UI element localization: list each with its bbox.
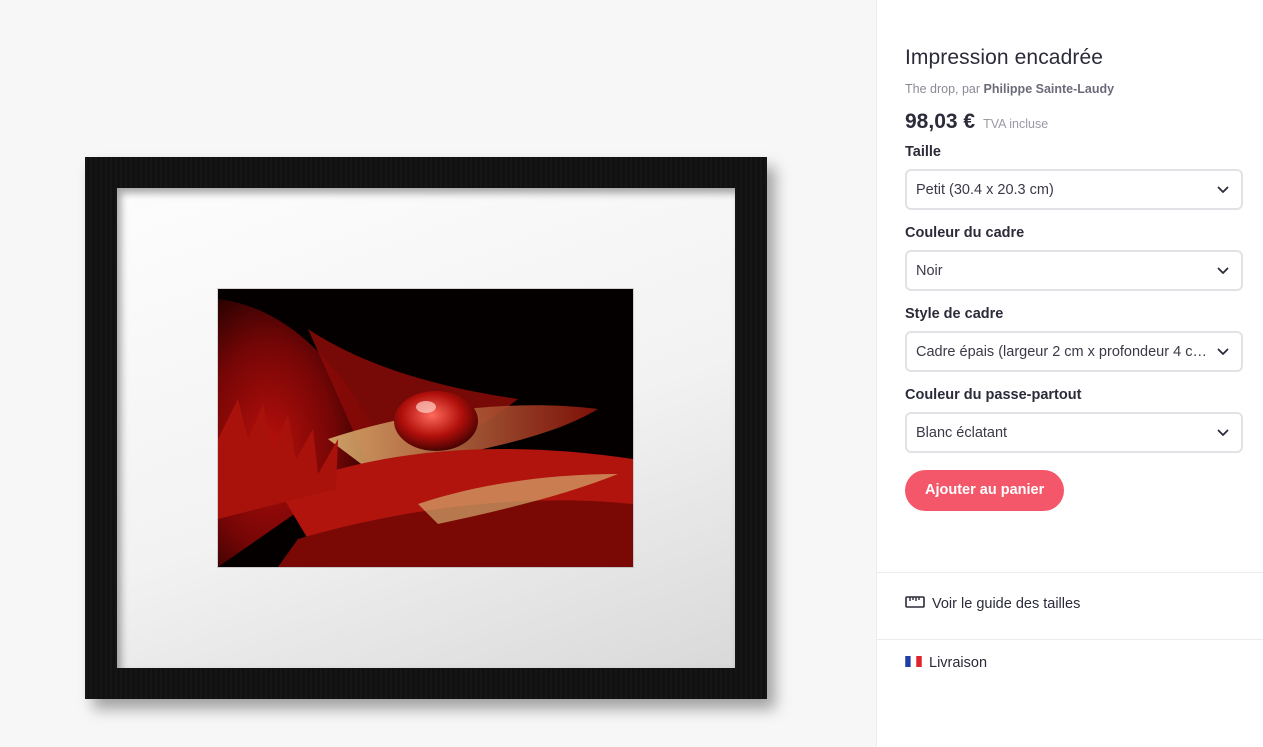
shipping-label: Livraison — [929, 655, 988, 671]
mat-color-select-value: Blanc éclatant — [916, 424, 1008, 441]
size-label: Taille — [905, 144, 941, 160]
byline-prefix: The drop, par — [905, 82, 981, 96]
frame-color-label: Couleur du cadre — [905, 225, 1025, 241]
chevron-down-icon — [1217, 267, 1229, 274]
product-preview — [0, 0, 876, 747]
france-flag-icon — [905, 655, 922, 671]
size-guide-link[interactable]: Voir le guide des tailles — [905, 595, 1080, 613]
section-divider — [877, 572, 1263, 573]
price-row: 98,03 € TVA incluse — [905, 110, 1241, 134]
picture-frame — [85, 157, 767, 699]
product-price: 98,03 € — [905, 110, 976, 133]
artwork-byline: The drop, par Philippe Sainte-Laudy — [905, 82, 1241, 96]
section-divider — [877, 639, 1263, 640]
frame-style-select[interactable]: Cadre épais (largeur 2 cm x profondeur 4… — [905, 331, 1243, 372]
mat-color-select[interactable]: Blanc éclatant — [905, 412, 1243, 453]
artist-link[interactable]: Philippe Sainte-Laudy — [984, 82, 1115, 96]
size-select-value: Petit (30.4 x 20.3 cm) — [916, 181, 1054, 198]
frame-style-select-value: Cadre épais (largeur 2 cm x profondeur 4… — [916, 343, 1210, 360]
frame-style-label: Style de cadre — [905, 306, 1004, 322]
artwork-image — [218, 289, 633, 567]
passe-partout-mat — [117, 188, 735, 668]
product-title: Impression encadrée — [905, 46, 1104, 69]
shipping-link[interactable]: Livraison — [905, 655, 987, 671]
product-options-panel: Impression encadrée The drop, par Philip… — [876, 0, 1263, 747]
chevron-down-icon — [1217, 429, 1229, 436]
chevron-down-icon — [1217, 186, 1229, 193]
vat-note: TVA incluse — [983, 117, 1049, 131]
add-to-cart-button[interactable]: Ajouter au panier — [905, 470, 1065, 511]
ruler-icon — [905, 595, 925, 613]
chevron-down-icon — [1217, 348, 1229, 355]
mat-color-label: Couleur du passe-partout — [905, 387, 1082, 403]
frame-color-select-value: Noir — [916, 262, 943, 279]
frame-color-select[interactable]: Noir — [905, 250, 1243, 291]
size-select[interactable]: Petit (30.4 x 20.3 cm) — [905, 169, 1243, 210]
size-guide-label: Voir le guide des tailles — [932, 596, 1081, 612]
